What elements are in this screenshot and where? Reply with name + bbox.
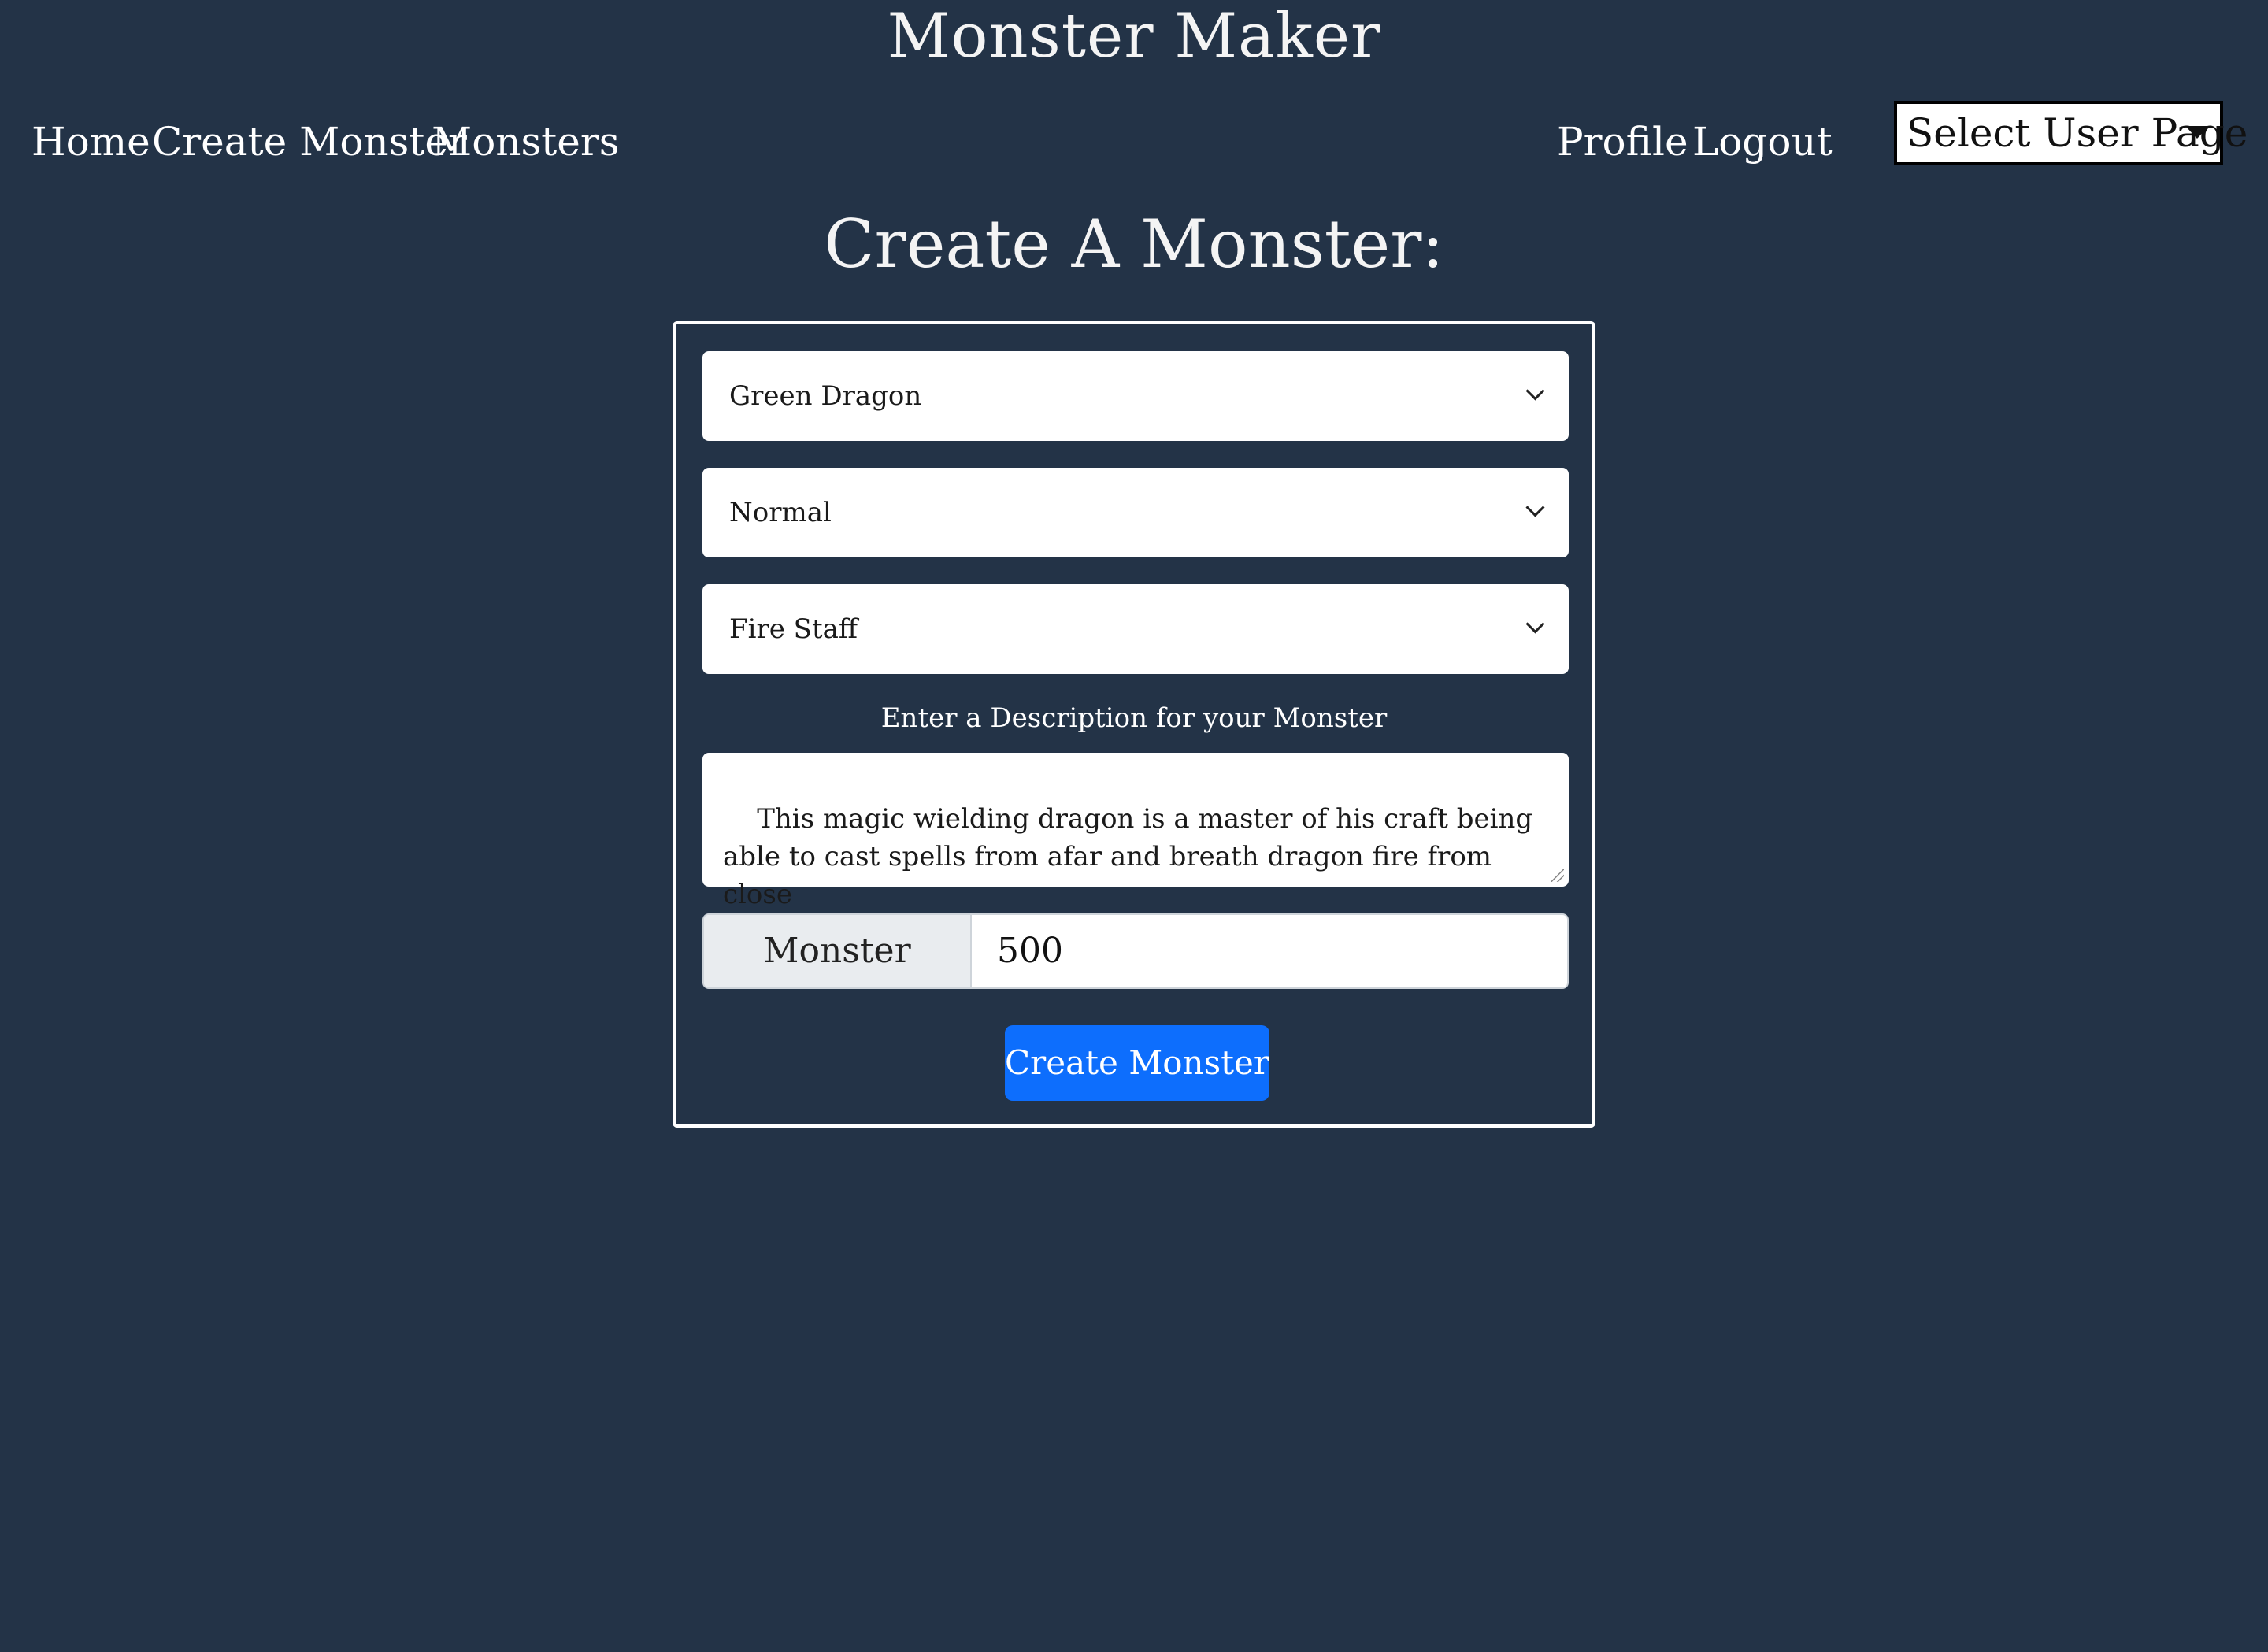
create-monster-form: Green Dragon Normal Fire Staff Enter a D… [673, 321, 1595, 1128]
nav-logout-link[interactable]: Logout [1692, 118, 1833, 165]
description-text: This magic wielding dragon is a master o… [723, 803, 1542, 910]
caret-down-icon [2185, 126, 2209, 139]
monster-health-group: Monster Health 500 [702, 913, 1569, 989]
description-textarea[interactable]: This magic wielding dragon is a master o… [702, 753, 1569, 910]
monster-type-select[interactable]: Green Dragon [702, 351, 1569, 441]
weapon-value: Fire Staff [729, 613, 858, 645]
difficulty-value: Normal [729, 497, 832, 528]
description-label: Enter a Description for your Monster [880, 702, 1388, 734]
monster-type-value: Green Dragon [729, 380, 922, 412]
resize-handle-icon[interactable] [1551, 869, 1564, 882]
nav-monsters-link[interactable]: Monsters [432, 118, 619, 165]
app-title: Monster Maker [887, 1, 1381, 72]
monster-health-label: Monster Health [704, 915, 972, 987]
nav-home-link[interactable]: Home [32, 118, 150, 165]
weapon-select[interactable]: Fire Staff [702, 584, 1569, 674]
user-page-select[interactable]: Select User Page [1894, 101, 2248, 165]
monster-health-input[interactable]: 500 [972, 915, 1567, 987]
page-heading: Create A Monster: [824, 206, 1444, 283]
difficulty-select[interactable]: Normal [702, 468, 1569, 557]
chevron-down-icon [1525, 381, 1545, 401]
nav-create-monster-link[interactable]: Create Monster [152, 118, 467, 165]
create-monster-button[interactable]: Create Monster [1005, 1025, 1269, 1101]
chevron-down-icon [1525, 614, 1545, 634]
nav-profile-link[interactable]: Profile [1557, 118, 1688, 165]
chevron-down-icon [1525, 498, 1545, 517]
